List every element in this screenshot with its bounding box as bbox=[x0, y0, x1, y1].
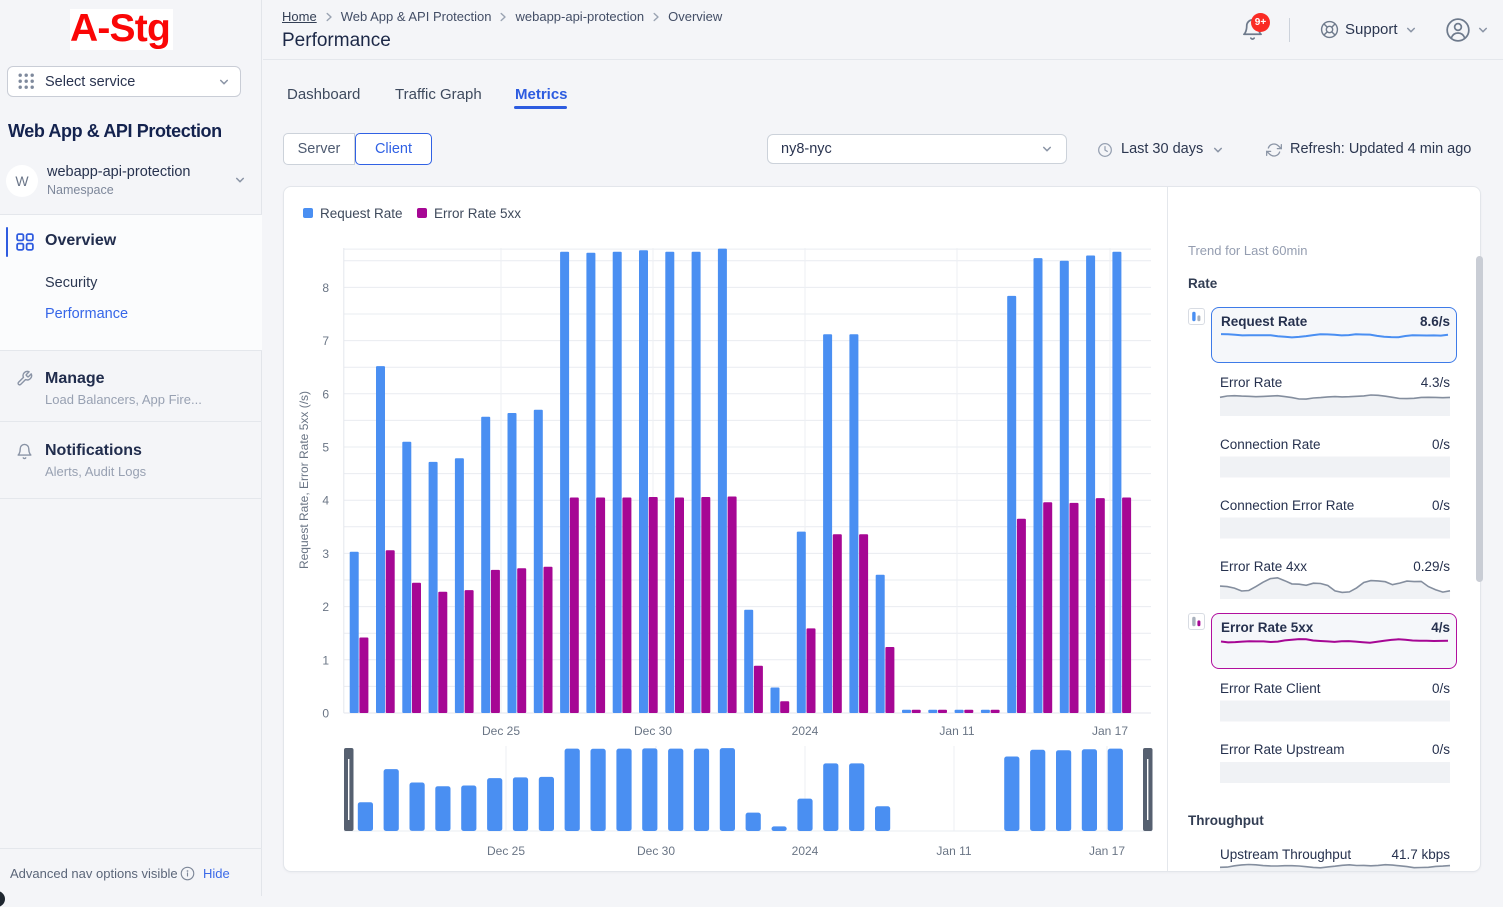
svg-text:0: 0 bbox=[322, 707, 329, 721]
svg-text:3: 3 bbox=[322, 547, 329, 561]
svg-text:Dec 25: Dec 25 bbox=[487, 844, 525, 858]
svg-text:Jan 17: Jan 17 bbox=[1089, 844, 1125, 858]
svg-text:5: 5 bbox=[322, 441, 329, 455]
svg-text:Jan 17: Jan 17 bbox=[1092, 724, 1128, 738]
svg-text:7: 7 bbox=[322, 334, 329, 348]
svg-text:Request Rate, Error Rate 5xx (: Request Rate, Error Rate 5xx (/s) bbox=[297, 391, 311, 569]
svg-text:8: 8 bbox=[322, 281, 329, 295]
svg-text:2024: 2024 bbox=[792, 724, 819, 738]
svg-text:Jan 11: Jan 11 bbox=[939, 724, 974, 738]
svg-text:Jan 11: Jan 11 bbox=[936, 844, 971, 858]
svg-text:2: 2 bbox=[322, 600, 329, 614]
svg-text:Dec 25: Dec 25 bbox=[482, 724, 520, 738]
svg-text:4: 4 bbox=[322, 494, 329, 508]
svg-text:1: 1 bbox=[322, 653, 329, 667]
svg-text:Dec 30: Dec 30 bbox=[634, 724, 672, 738]
svg-text:6: 6 bbox=[322, 387, 329, 401]
svg-text:2024: 2024 bbox=[792, 844, 819, 858]
svg-text:Dec 30: Dec 30 bbox=[637, 844, 675, 858]
